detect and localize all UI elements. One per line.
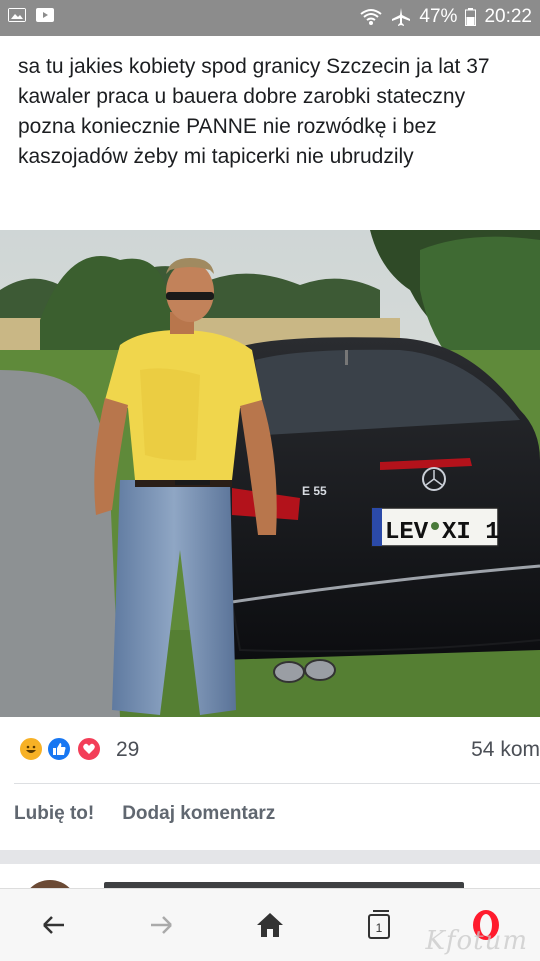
post-photo[interactable]: E 55 LEV XI 1 [0,230,540,717]
avatar[interactable] [22,880,78,888]
reaction-count: 29 [116,738,140,761]
post-actions: Lubię to! Dodaj komentarz [14,803,275,825]
home-button[interactable] [252,907,288,943]
like-icon [46,736,72,762]
gallery-notification-icon [8,8,26,22]
love-icon [76,736,102,762]
next-post-header [0,864,540,888]
home-icon [257,913,283,937]
battery-percent: 47% [419,6,458,27]
like-button[interactable]: Lubię to! [14,803,94,825]
forward-arrow-icon [151,916,172,934]
watermark: Kfotum [425,926,528,956]
tabs-icon: 1 [368,910,390,939]
battery-icon [465,8,477,26]
post-separator [0,850,540,864]
post-text: sa tu jakies kobiety spod granicy Szczec… [18,55,490,168]
license-plate-prefix: LEV [385,519,429,546]
reactions-bar[interactable]: 29 54 kom [0,728,540,772]
divider [14,783,540,784]
add-comment-button[interactable]: Dodaj komentarz [122,803,275,825]
car-badge: E 55 [302,484,327,498]
status-bar: 47% 20:22 [0,0,540,36]
forward-button[interactable] [143,907,179,943]
license-plate-suffix: XI 1 [442,519,500,546]
tabs-button[interactable]: 1 [360,907,396,943]
wifi-icon [360,9,383,25]
comment-count[interactable]: 54 kom [471,738,540,762]
svg-text:1: 1 [376,921,383,935]
youtube-notification-icon [36,8,54,22]
haha-icon [18,736,44,762]
airplane-mode-icon [392,8,411,26]
back-button[interactable] [36,907,72,943]
back-arrow-icon [43,916,64,934]
clock: 20:22 [484,6,532,27]
